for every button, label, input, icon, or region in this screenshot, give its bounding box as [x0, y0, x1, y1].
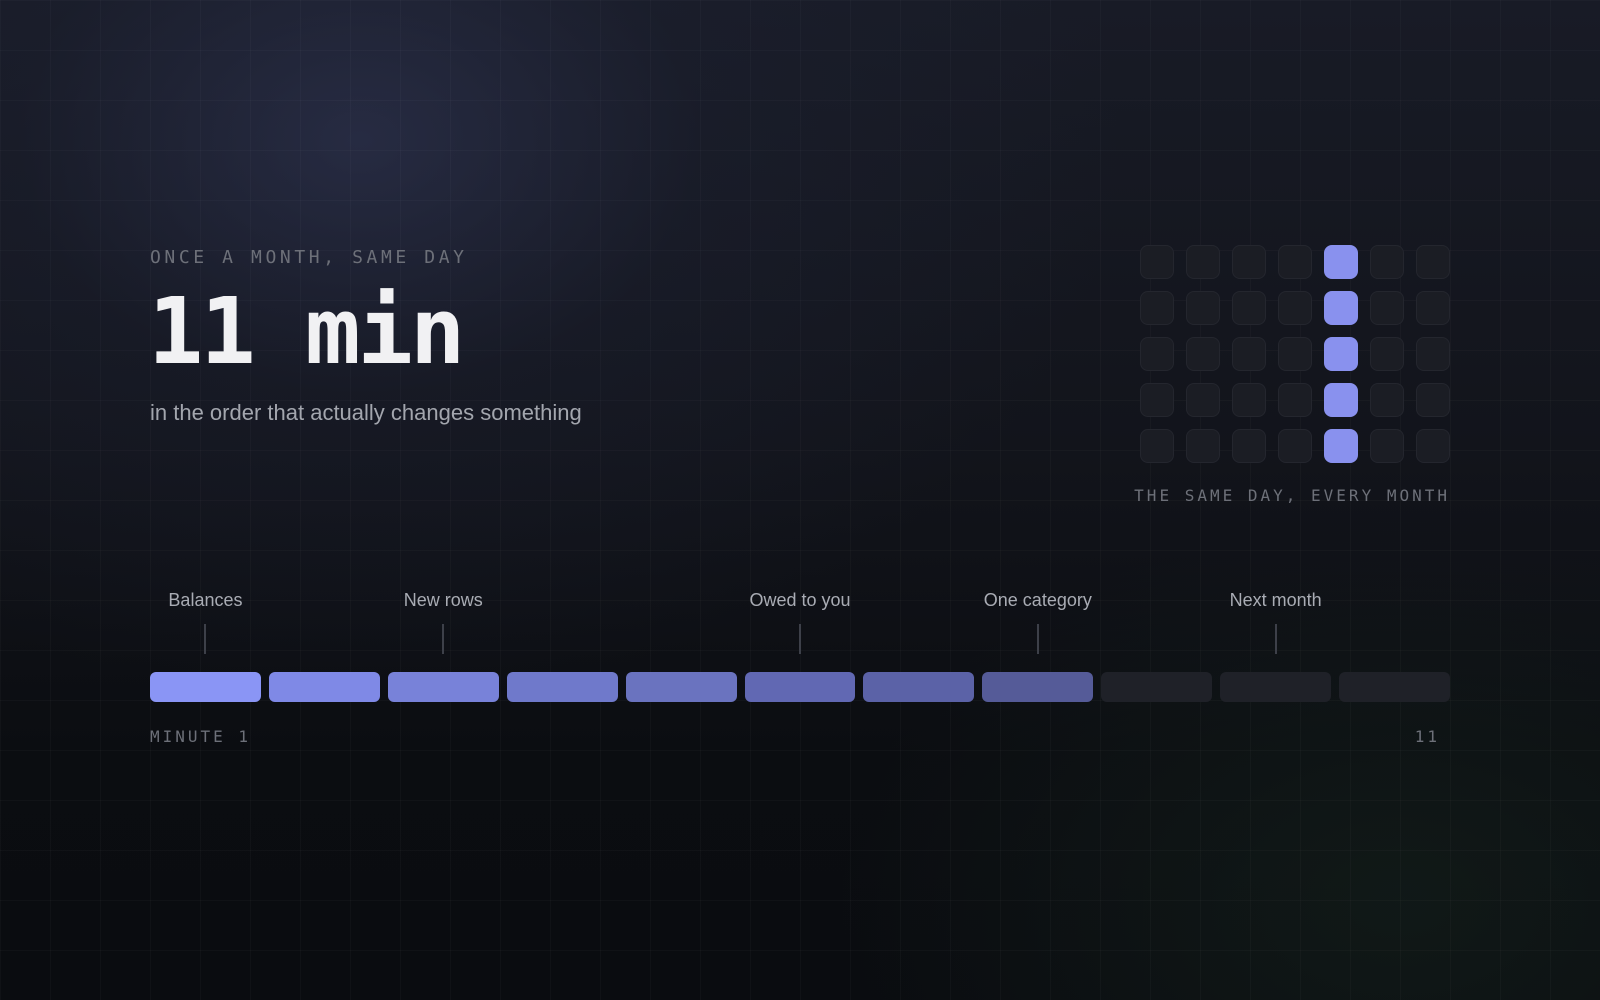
calendar-day: [1416, 291, 1450, 325]
calendar-day-highlighted: [1324, 337, 1358, 371]
calendar-day: [1370, 245, 1404, 279]
calendar-day: [1278, 337, 1312, 371]
calendar-day: [1186, 291, 1220, 325]
calendar-day: [1140, 383, 1174, 417]
calendar-caption: THE SAME DAY, EVERY MONTH: [1134, 486, 1450, 505]
timeline-segment-filled: [982, 672, 1094, 702]
calendar-day: [1232, 337, 1266, 371]
timeline-segment-filled: [744, 672, 856, 702]
calendar-day: [1370, 291, 1404, 325]
calendar-day: [1370, 429, 1404, 463]
calendar-day: [1186, 337, 1220, 371]
timeline-segment-filled: [506, 672, 618, 702]
calendar-day: [1140, 291, 1174, 325]
timeline-segment-filled: [625, 672, 737, 702]
calendar-day: [1232, 291, 1266, 325]
calendar-day: [1232, 245, 1266, 279]
calendar-day: [1186, 429, 1220, 463]
calendar-day-highlighted: [1324, 383, 1358, 417]
timeline-segment-empty: [1220, 672, 1332, 702]
calendar-grid: [1140, 245, 1450, 463]
timeline-segment-filled: [268, 672, 380, 702]
calendar-day: [1278, 245, 1312, 279]
calendar-day: [1370, 383, 1404, 417]
headline-duration: 11 min: [148, 278, 465, 385]
timeline-segment-empty: [1101, 672, 1213, 702]
calendar-day: [1416, 429, 1450, 463]
calendar-day: [1186, 245, 1220, 279]
subhead-text: in the order that actually changes somet…: [150, 400, 582, 425]
calendar-day: [1416, 383, 1450, 417]
calendar-day-highlighted: [1324, 245, 1358, 279]
timeline-segment-filled: [150, 672, 261, 702]
calendar-day: [1278, 383, 1312, 417]
calendar-day: [1232, 383, 1266, 417]
calendar-day-highlighted: [1324, 291, 1358, 325]
calendar-day: [1140, 245, 1174, 279]
eyebrow-text: ONCE A MONTH, SAME DAY: [150, 247, 468, 268]
calendar-day: [1278, 429, 1312, 463]
calendar-day: [1140, 429, 1174, 463]
calendar-day: [1278, 291, 1312, 325]
timeline-segment-filled: [387, 672, 499, 702]
calendar-day: [1416, 245, 1450, 279]
timeline-segment-empty: [1339, 672, 1450, 702]
calendar-day: [1416, 337, 1450, 371]
calendar-day: [1186, 383, 1220, 417]
timeline-segment-filled: [863, 672, 975, 702]
calendar-day-highlighted: [1324, 429, 1358, 463]
calendar-day: [1140, 337, 1174, 371]
timeline-bar: [150, 672, 1450, 702]
timeline-end-label: 11: [1414, 727, 1440, 746]
calendar-day: [1370, 337, 1404, 371]
timeline-start-label: MINUTE 1: [150, 727, 252, 746]
calendar-day: [1232, 429, 1266, 463]
